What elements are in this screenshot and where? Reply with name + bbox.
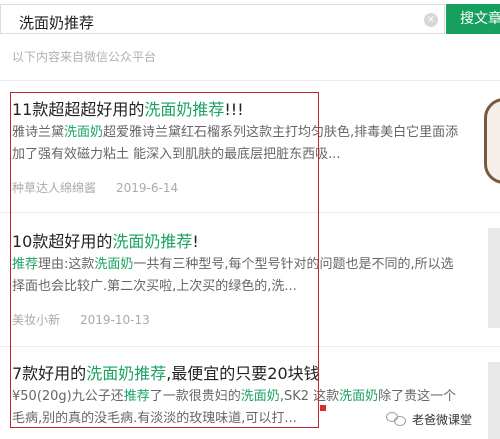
- article-thumbnail[interactable]: [488, 362, 500, 439]
- snippet-text: 除了贵这一个: [378, 389, 457, 404]
- article-thumbnail[interactable]: [484, 98, 500, 184]
- watermark: 老爸微课堂: [386, 410, 472, 428]
- source-note: 以下内容来自微信公众平台: [12, 50, 157, 64]
- search-query[interactable]: 洗面奶推荐: [19, 12, 94, 33]
- snippet-highlight: 洗面奶: [339, 389, 379, 404]
- marker-dot: [320, 405, 326, 411]
- search-articles-button[interactable]: 搜文章: [446, 4, 500, 34]
- search-bar: 洗面奶推荐 × 搜文章: [0, 0, 500, 38]
- watermark-text: 老爸微课堂: [412, 412, 473, 427]
- clear-icon[interactable]: ×: [424, 13, 438, 27]
- article-thumbnail[interactable]: [488, 228, 500, 328]
- search-input[interactable]: 洗面奶推荐 ×: [0, 4, 445, 34]
- wechat-icon: [386, 410, 408, 428]
- highlight-frame: [10, 92, 319, 428]
